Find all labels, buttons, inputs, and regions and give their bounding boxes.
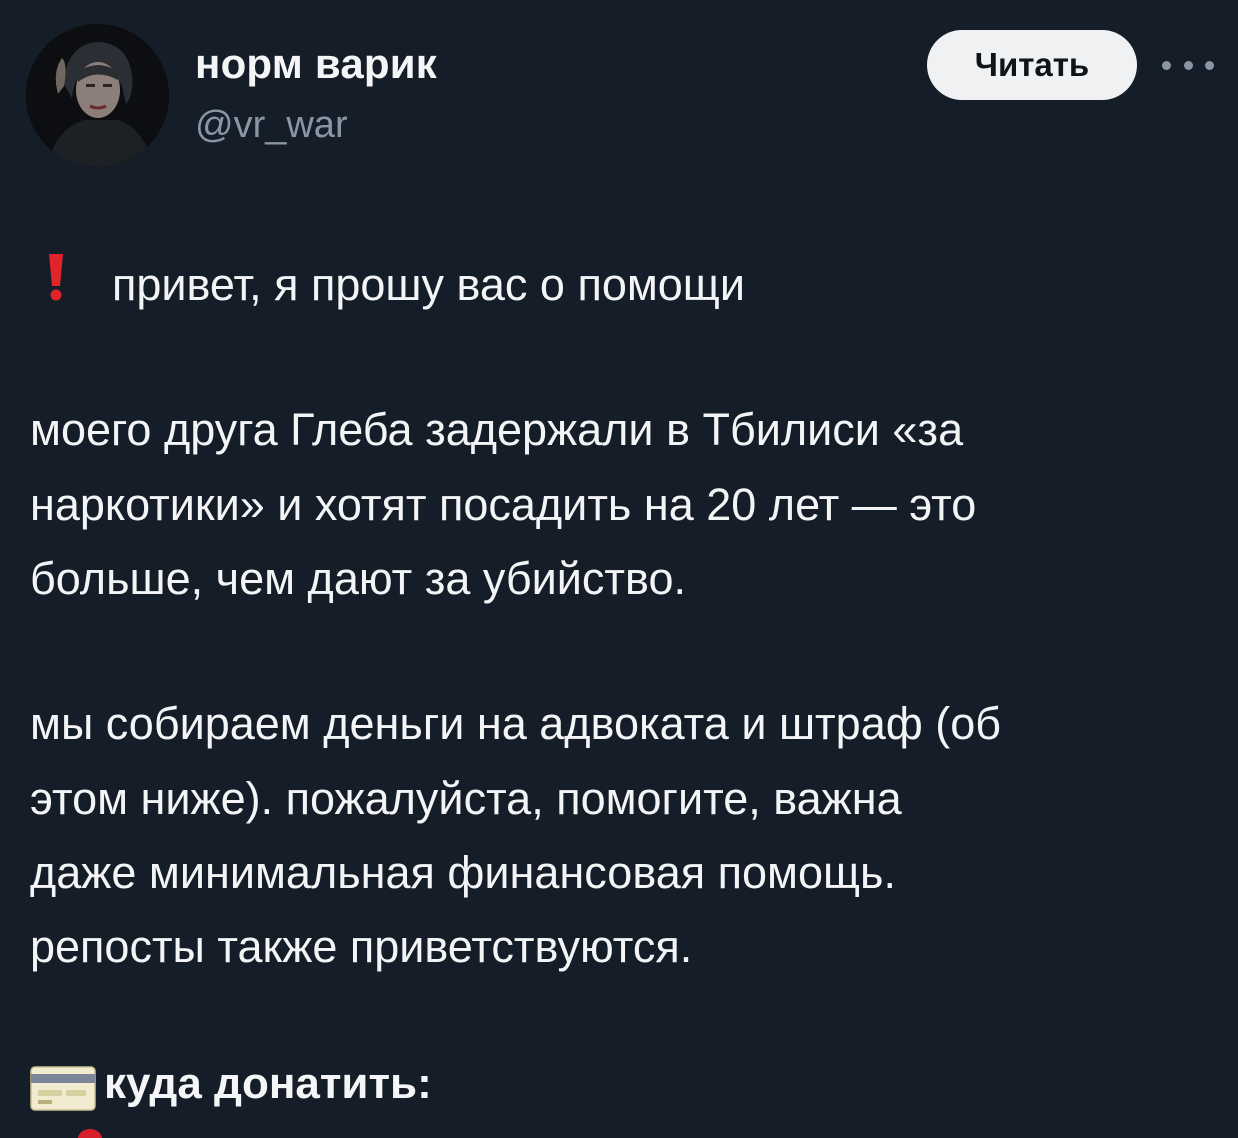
post-text-line: больше, чем дают за убийство. <box>30 553 686 604</box>
post-text-line: репосты также приветствуются. <box>30 921 693 972</box>
dot <box>1183 60 1193 70</box>
post-text-line: мы собираем деньги на адвоката и штраф (… <box>30 698 1002 749</box>
post-text-line: наркотики» и хотят посадить на 20 лет — … <box>30 479 977 530</box>
post-text-line: привет, я прошу вас о помощи <box>112 259 745 310</box>
donate-heading: куда донатить: <box>104 1059 432 1108</box>
credit-card-icon <box>30 1066 96 1111</box>
more-horizontal-icon[interactable] <box>1162 58 1214 72</box>
user-handle[interactable]: @vr_war <box>195 104 348 147</box>
post-text-line: этом ниже). пожалуйста, помогите, важна <box>30 773 902 824</box>
dot <box>1205 60 1214 70</box>
avatar[interactable] <box>26 24 169 167</box>
follow-button[interactable]: Читать <box>927 30 1137 100</box>
post-text-line: даже минимальная финансовая помощь. <box>30 847 896 898</box>
cut-off-emoji <box>78 1129 102 1138</box>
display-name[interactable]: норм варик <box>195 40 437 88</box>
avatar-photo <box>26 24 169 167</box>
post-text-line: моего друга Глеба задержали в Тбилиси «з… <box>30 404 964 455</box>
red-exclamation-icon <box>49 254 63 301</box>
dot <box>1162 60 1171 70</box>
